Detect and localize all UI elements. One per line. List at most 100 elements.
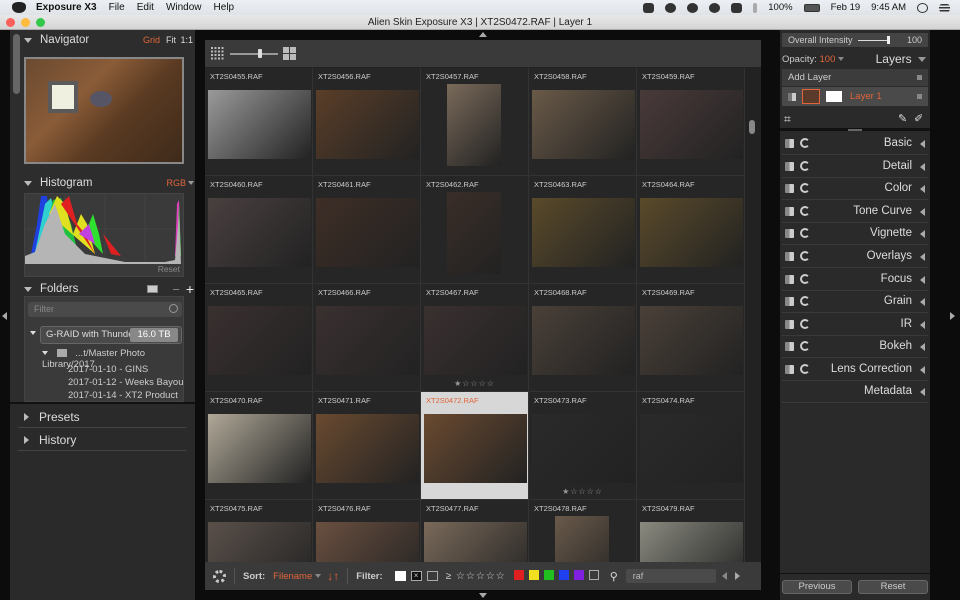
adjustment-panel-header[interactable]: Bokeh [782, 336, 928, 359]
panel-toggle-icon[interactable] [785, 319, 794, 329]
adjustment-panel-header[interactable]: Color [782, 178, 928, 201]
presets-header[interactable]: Presets [18, 406, 186, 428]
add-folder-icon[interactable]: + [186, 281, 194, 297]
opacity-control[interactable]: Opacity: 100 [782, 54, 844, 65]
filename-search-input[interactable]: raf [625, 569, 716, 583]
thumbnail-image[interactable] [640, 306, 743, 375]
minimize-window-button[interactable] [21, 18, 30, 27]
panel-toggle-icon[interactable] [785, 206, 794, 216]
color-filter-green[interactable] [543, 569, 554, 580]
thumbnail-image[interactable] [640, 198, 743, 267]
thumbnail-image[interactable] [208, 414, 311, 483]
thumbnail-cell[interactable]: XT2S0475.RAF [205, 500, 313, 562]
thumbnail-cell[interactable]: XT2S0464.RAF [637, 176, 745, 284]
slider-thumb[interactable] [887, 36, 890, 44]
layer-row[interactable]: Layer 1 [782, 87, 928, 106]
previous-image-icon[interactable] [721, 572, 727, 580]
thumbnail-image[interactable] [316, 522, 419, 562]
thumbnail-image[interactable] [208, 306, 311, 375]
drive-item[interactable]: G-RAID with Thundert 16.0 TB [40, 326, 182, 344]
overall-intensity-slider[interactable]: Overall Intensity 100 [782, 33, 928, 47]
thumbnail-image[interactable] [447, 84, 501, 166]
panel-toggle-icon[interactable] [785, 184, 794, 194]
layer-name[interactable]: Layer 1 [850, 87, 882, 106]
reset-panel-icon[interactable] [800, 318, 810, 329]
thumbnail-image[interactable] [208, 90, 311, 159]
nav-mode-fit[interactable]: Fit [166, 35, 176, 45]
panel-toggle-icon[interactable] [785, 342, 794, 352]
thumbnail-cell[interactable]: XT2S0470.RAF [205, 392, 313, 500]
collapse-top-icon[interactable] [479, 32, 487, 37]
color-filter-yellow[interactable] [528, 569, 539, 580]
thumbnail-cell[interactable]: XT2S0461.RAF [313, 176, 421, 284]
thumbnail-cell[interactable]: XT2S0473.RAF ★☆☆☆☆ [529, 392, 637, 500]
flag-unflagged-icon[interactable] [426, 571, 438, 581]
thumbnail-image[interactable] [640, 90, 743, 159]
thumbnail-cell[interactable]: XT2S0457.RAF [421, 68, 529, 176]
collapse-bottom-icon[interactable] [479, 593, 487, 598]
thumbnail-image[interactable] [532, 90, 635, 159]
adjustment-panel-header[interactable]: Basic [782, 133, 928, 155]
wifi-icon[interactable] [731, 2, 743, 13]
nav-mode-grid[interactable]: Grid [143, 35, 160, 45]
layers-menu[interactable]: Layers [876, 52, 926, 66]
remove-folder-icon[interactable]: − [172, 282, 180, 297]
reset-panel-icon[interactable] [800, 364, 810, 374]
flag-rejected-icon[interactable]: × [410, 571, 422, 581]
thumbnail-cell[interactable]: XT2S0465.RAF [205, 284, 313, 392]
thumbnail-cell[interactable]: XT2S0479.RAF [637, 500, 745, 562]
thumbnail-cell[interactable]: XT2S0466.RAF [313, 284, 421, 392]
adjustment-panel-header[interactable]: Tone Curve [782, 201, 928, 223]
expand-drive-icon[interactable] [30, 331, 36, 335]
histogram-header[interactable]: Histogram RGB [20, 174, 196, 192]
reset-button[interactable]: Reset [858, 580, 928, 594]
thumbnail-image[interactable] [532, 306, 635, 375]
adjustment-panel-header[interactable]: Overlays [782, 246, 928, 268]
thumbnail-cell[interactable]: XT2S0462.RAF [421, 176, 529, 284]
spotlight-search-icon[interactable] [917, 2, 928, 13]
rating-filter[interactable]: ≥ ☆☆☆☆☆ [446, 571, 506, 582]
panel-toggle-icon[interactable] [785, 252, 794, 261]
close-window-button[interactable] [6, 18, 15, 27]
panel-toggle-icon[interactable] [785, 229, 794, 239]
left-panel-scrollbar[interactable] [13, 34, 20, 94]
histogram-channel-select[interactable]: RGB [166, 178, 186, 188]
brush-icon[interactable]: ✐ [914, 112, 923, 125]
thumbnail-image[interactable] [316, 90, 419, 159]
previous-button[interactable]: Previous [782, 580, 852, 594]
thumbnail-image[interactable] [532, 198, 635, 267]
thumbnail-cell[interactable]: XT2S0471.RAF [313, 392, 421, 500]
thumbnail-cell[interactable]: XT2S0456.RAF [313, 68, 421, 176]
adjustment-panel-header[interactable]: Grain [782, 291, 928, 314]
key-search-icon[interactable]: ⚲ [610, 570, 618, 583]
layer-mask-thumbnail[interactable] [826, 91, 842, 102]
histogram-reset-button[interactable]: Reset [158, 264, 180, 274]
small-thumbnails-icon[interactable] [211, 47, 224, 60]
grid-scrollbar[interactable] [749, 120, 755, 134]
thumbnail-cell[interactable]: XT2S0467.RAF ★☆☆☆☆ [421, 284, 529, 392]
info-icon[interactable] [687, 2, 699, 13]
reset-panel-icon[interactable] [800, 205, 810, 216]
panel-toggle-icon[interactable] [785, 139, 794, 148]
slider-track[interactable] [858, 40, 890, 41]
color-filter-purple[interactable] [573, 569, 584, 580]
flag-picked-icon[interactable] [394, 571, 406, 581]
thumbnail-cell[interactable]: XT2S0463.RAF [529, 176, 637, 284]
sort-select[interactable]: Filename [273, 571, 312, 582]
menu-window[interactable]: Window [166, 2, 202, 13]
metadata-panel-header[interactable]: Metadata [782, 381, 928, 403]
crop-icon[interactable]: ⌗ [784, 112, 791, 127]
menu-edit[interactable]: Edit [137, 2, 154, 13]
time[interactable]: 9:45 AM [871, 2, 906, 13]
reset-panel-icon[interactable] [800, 183, 810, 194]
thumbnail-image[interactable] [640, 522, 743, 562]
thumbnail-cell[interactable]: XT2S0476.RAF [313, 500, 421, 562]
reset-panel-icon[interactable] [800, 341, 810, 352]
thumbnail-image[interactable] [424, 414, 527, 483]
color-filter-blue[interactable] [558, 569, 569, 580]
thumbnail-cell[interactable]: XT2S0468.RAF [529, 284, 637, 392]
thumbnail-cell[interactable]: XT2S0478.RAF [529, 500, 637, 562]
reset-panel-icon[interactable] [800, 296, 810, 307]
adjustment-panel-header[interactable]: Focus [782, 269, 928, 291]
color-filter-red[interactable] [513, 569, 524, 580]
